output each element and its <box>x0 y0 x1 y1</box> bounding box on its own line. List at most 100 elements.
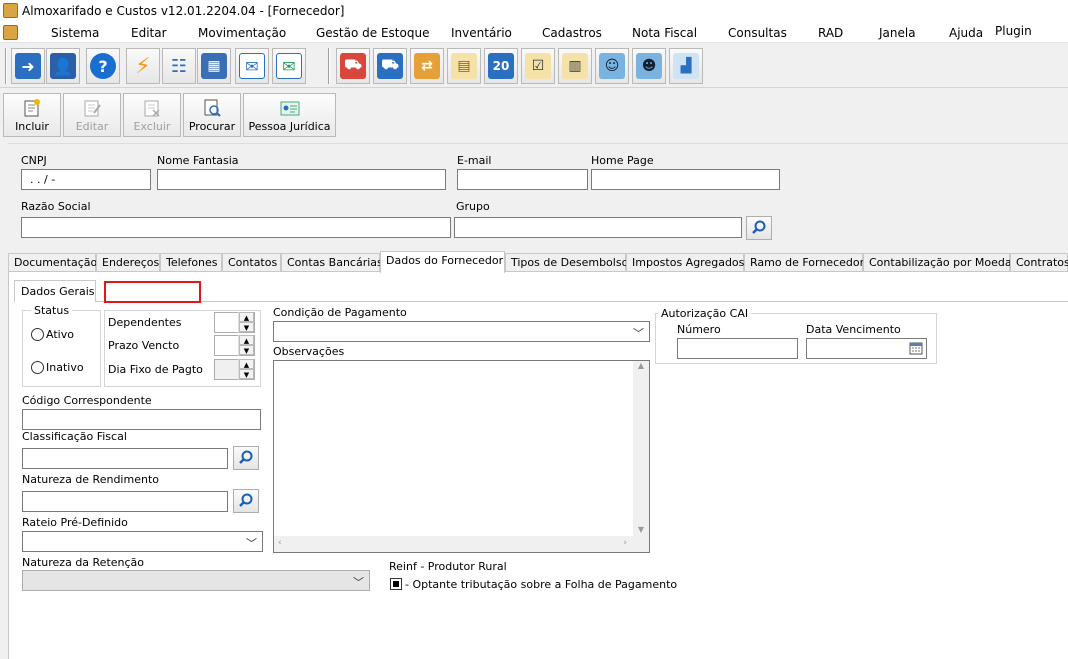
nome-fantasia-field[interactable] <box>157 169 446 190</box>
truck-fuel-button[interactable]: ⛟ <box>336 48 370 84</box>
home-page-field[interactable] <box>591 169 780 190</box>
tab-documentacao[interactable]: Documentação <box>8 253 97 272</box>
condicao-pagamento-label: Condição de Pagamento <box>273 306 407 319</box>
dia-fixo-spinner[interactable]: ▲ ▼ <box>238 359 254 380</box>
incluir-button[interactable]: Incluir <box>3 93 61 137</box>
calculator-button[interactable]: ▦ <box>197 48 231 84</box>
search-icon <box>239 450 253 464</box>
procurar-button[interactable]: Procurar <box>183 93 241 137</box>
menu-gestao-estoque[interactable]: Gestão de Estoque <box>316 26 429 40</box>
stock-icon: ▟ <box>673 53 699 79</box>
calculator-icon: ▦ <box>201 53 227 79</box>
calendar-icon[interactable] <box>909 341 923 355</box>
email-field[interactable] <box>457 169 588 190</box>
codigo-correspondente-label: Código Correspondente <box>22 394 152 407</box>
exit-button[interactable]: ➜ <box>11 48 45 84</box>
ativo-radio[interactable] <box>31 328 44 341</box>
lightning-button[interactable]: ⚡ <box>126 48 160 84</box>
dependentes-label: Dependentes <box>108 316 182 329</box>
users-button[interactable]: ☻ <box>632 48 666 84</box>
truck-box-button[interactable]: ⛟ <box>373 48 407 84</box>
prazo-vencto-label: Prazo Vencto <box>108 339 180 352</box>
razao-social-label: Razão Social <box>21 200 91 213</box>
menu-cadastros[interactable]: Cadastros <box>542 26 602 40</box>
menu-plugin[interactable]: Plugin <box>995 24 1032 38</box>
menu-inventario[interactable]: Inventário <box>451 26 512 40</box>
tab-tipos-desembolso[interactable]: Tipos de Desembolso <box>505 253 628 272</box>
razao-social-field[interactable] <box>21 217 451 238</box>
title-bar: Almoxarifado e Custos v12.01.2204.04 - [… <box>0 0 1068 22</box>
user-key-button[interactable]: 👤 <box>46 48 80 84</box>
tab-contas-bancarias[interactable]: Contas Bancárias <box>281 253 383 272</box>
tab-telefones[interactable]: Telefones <box>160 253 222 272</box>
natureza-rendimento-field[interactable] <box>22 491 228 512</box>
customer-button[interactable]: ☺ <box>595 48 629 84</box>
org-chart-button[interactable]: ☷ <box>162 48 196 84</box>
inventory-button[interactable]: ▤ <box>447 48 481 84</box>
grupo-search-button[interactable] <box>746 216 772 240</box>
mail-send-button[interactable]: ✉ <box>272 48 306 84</box>
menu-rad[interactable]: RAD <box>818 26 843 40</box>
users-icon: ☻ <box>636 53 662 79</box>
tab-contatos[interactable]: Contatos <box>222 253 281 272</box>
observacoes-field[interactable]: ▲ ▼ ‹ › <box>273 360 650 553</box>
mdi-app-icon[interactable] <box>3 25 18 40</box>
editar-button[interactable]: Editar <box>63 93 121 137</box>
grupo-field[interactable] <box>454 217 742 238</box>
tab-dados-fornecedor[interactable]: Dados do Fornecedor <box>380 251 505 273</box>
reinf-checkbox[interactable] <box>390 578 402 590</box>
tab-strip: Documentação Endereços Telefones Contato… <box>8 251 1068 273</box>
classificacao-fiscal-search-button[interactable] <box>233 446 259 470</box>
dependentes-spinner[interactable]: ▲ ▼ <box>238 312 254 333</box>
transfer-button[interactable]: ⇄ <box>410 48 444 84</box>
window-title: Almoxarifado e Custos v12.01.2204.04 - [… <box>22 4 345 18</box>
natureza-rendimento-label: Natureza de Rendimento <box>22 473 159 486</box>
chevron-down-icon: ﹀ <box>353 576 364 589</box>
cnpj-field[interactable]: . . / - <box>21 169 151 190</box>
menu-janela[interactable]: Janela <box>879 26 916 40</box>
home-page-label: Home Page <box>591 154 654 167</box>
prazo-vencto-spinner[interactable]: ▲ ▼ <box>238 335 254 356</box>
data-vencimento-field[interactable] <box>806 338 927 359</box>
tab-contratos[interactable]: Contratos <box>1010 253 1068 272</box>
numero-label: Número <box>677 323 721 336</box>
menu-movimentacao[interactable]: Movimentação <box>198 26 286 40</box>
vertical-scrollbar[interactable]: ▲ ▼ <box>633 361 649 536</box>
mail-button[interactable]: ✉ <box>235 48 269 84</box>
natureza-rendimento-search-button[interactable] <box>233 489 259 513</box>
inativo-radio[interactable] <box>31 361 44 374</box>
checklist-icon: ☑ <box>525 53 551 79</box>
menu-consultas[interactable]: Consultas <box>728 26 787 40</box>
tab-enderecos[interactable]: Endereços <box>96 253 160 272</box>
calendar-button[interactable]: 20 <box>484 48 518 84</box>
classificacao-fiscal-field[interactable] <box>22 448 228 469</box>
natureza-retencao-label: Natureza da Retenção <box>22 556 145 569</box>
codigo-correspondente-field[interactable] <box>22 409 261 430</box>
reinf-title: Reinf - Produtor Rural <box>389 560 507 573</box>
search-icon <box>752 220 766 234</box>
document-button[interactable]: ▥ <box>558 48 592 84</box>
tab-contabilizacao-moeda[interactable]: Contabilização por Moeda <box>863 253 1012 272</box>
numero-field[interactable] <box>677 338 798 359</box>
excluir-button[interactable]: Excluir <box>123 93 181 137</box>
pessoa-juridica-button[interactable]: Pessoa Jurídica <box>243 93 336 137</box>
transfer-icon: ⇄ <box>414 53 440 79</box>
menu-nota-fiscal[interactable]: Nota Fiscal <box>632 26 697 40</box>
dia-fixo-label: Dia Fixo de Pagto <box>108 363 203 376</box>
menu-sistema[interactable]: Sistema <box>51 26 99 40</box>
natureza-retencao-select[interactable]: ﹀ <box>22 570 370 591</box>
search-document-icon <box>204 99 221 117</box>
checklist-button[interactable]: ☑ <box>521 48 555 84</box>
delete-document-icon <box>144 100 160 117</box>
menu-ajuda[interactable]: Ajuda <box>949 26 983 40</box>
help-button[interactable]: ? <box>86 48 120 84</box>
tab-ramo-fornecedor[interactable]: Ramo de Fornecedor <box>744 253 864 272</box>
stock-button[interactable]: ▟ <box>669 48 703 84</box>
data-vencimento-label: Data Vencimento <box>806 323 901 336</box>
tab-impostos-agregados[interactable]: Impostos Agregados <box>626 253 744 272</box>
subtab-dados-gerais[interactable]: Dados Gerais <box>16 283 100 298</box>
horizontal-scrollbar[interactable]: ‹ › <box>274 536 649 552</box>
condicao-pagamento-select[interactable]: ﹀ <box>273 321 650 342</box>
menu-editar[interactable]: Editar <box>131 26 167 40</box>
rateio-select[interactable]: ﹀ <box>22 531 263 552</box>
